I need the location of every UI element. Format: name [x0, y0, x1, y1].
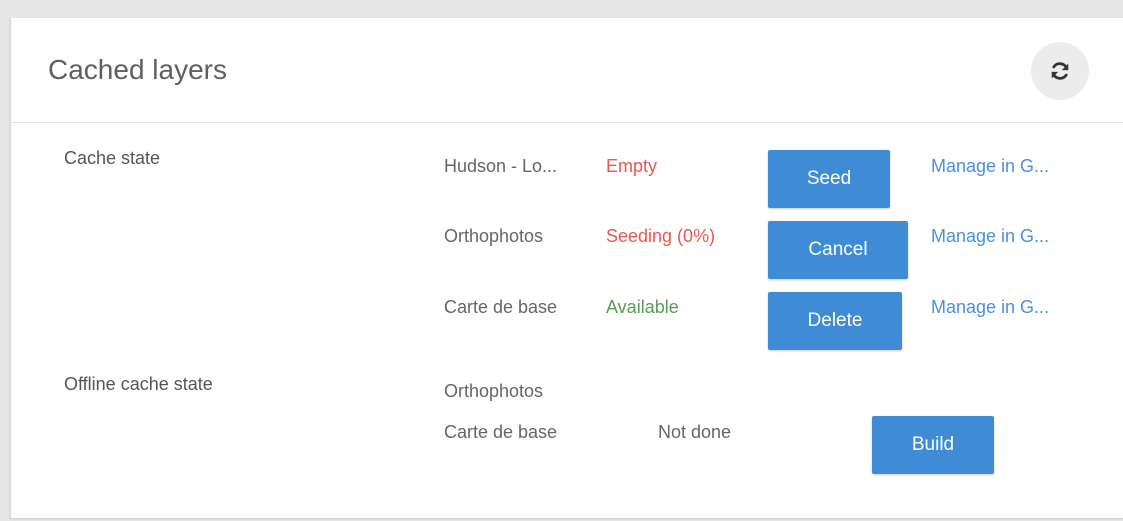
refresh-button[interactable]	[1031, 42, 1089, 100]
status-empty: Empty	[606, 156, 658, 176]
seed-button[interactable]: Seed	[768, 150, 890, 208]
cached-layers-card: Cached layers Cache state Hudson - Lo...…	[10, 18, 1123, 518]
cache-state-label: Cache state	[64, 148, 161, 168]
refresh-icon	[1049, 60, 1071, 82]
offline-cache-state-label: Offline cache state	[64, 374, 213, 394]
delete-button[interactable]: Delete	[768, 292, 902, 350]
card-title: Cached layers	[48, 54, 227, 85]
manage-link-orthophotos[interactable]: Manage in G...	[931, 226, 1049, 247]
card-header: Cached layers	[11, 18, 1123, 123]
offline-status: Not done	[658, 422, 732, 442]
status-seeding: Seeding (0%)	[606, 226, 716, 246]
cancel-button[interactable]: Cancel	[768, 221, 908, 279]
layer-name-hudson: Hudson - Lo...	[444, 156, 558, 176]
offline-layer-carte-de-base: Carte de base	[444, 422, 558, 442]
layer-name-carte-de-base: Carte de base	[444, 297, 558, 317]
manage-link-carte-de-base[interactable]: Manage in G...	[931, 297, 1049, 318]
status-available: Available	[606, 297, 679, 317]
layer-name-orthophotos: Orthophotos	[444, 226, 544, 246]
build-button[interactable]: Build	[872, 416, 994, 474]
manage-link-hudson[interactable]: Manage in G...	[931, 156, 1049, 177]
offline-layer-orthophotos: Orthophotos	[444, 381, 544, 401]
